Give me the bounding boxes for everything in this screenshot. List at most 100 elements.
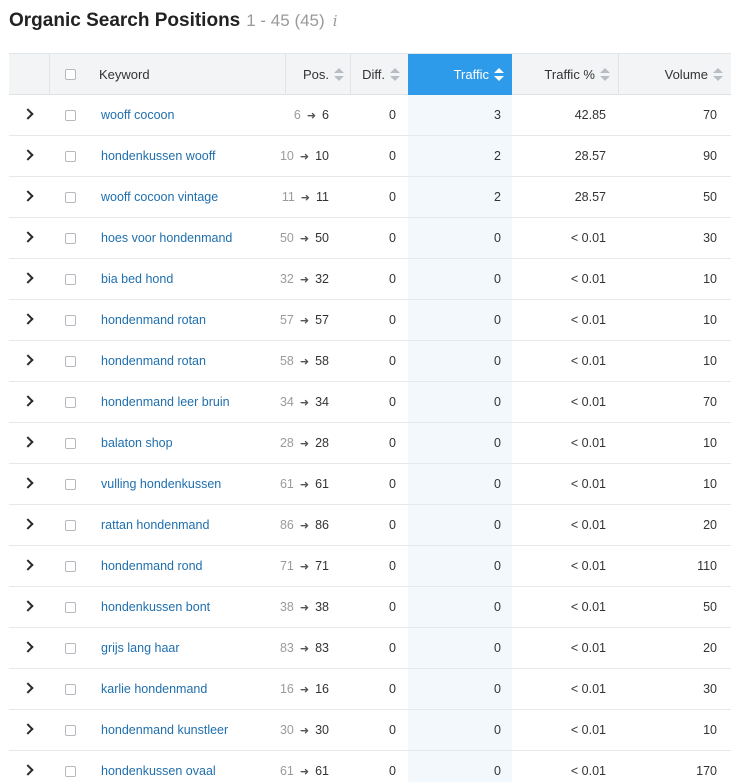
- chevron-right-icon[interactable]: [22, 272, 34, 284]
- chevron-right-icon[interactable]: [22, 682, 34, 694]
- chevron-right-icon[interactable]: [22, 518, 34, 530]
- diff-cell: 0: [389, 764, 396, 778]
- column-header-traffic[interactable]: Traffic: [408, 54, 512, 95]
- row-checkbox[interactable]: [65, 150, 76, 162]
- traffic-pct-cell: 42.85: [574, 108, 606, 122]
- keyword-link[interactable]: hondenkussen ovaal: [101, 764, 216, 778]
- chevron-right-icon[interactable]: [22, 108, 34, 120]
- traffic-cell: 0: [494, 764, 501, 778]
- row-checkbox[interactable]: [65, 724, 76, 736]
- diff-cell: 0: [389, 436, 396, 450]
- keyword-link[interactable]: wooff cocoon vintage: [101, 190, 218, 204]
- keyword-link[interactable]: hondenmand rond: [101, 559, 202, 573]
- keyword-link[interactable]: hondenmand kunstleer: [101, 723, 228, 737]
- volume-cell: 20: [703, 641, 717, 655]
- traffic-pct-cell: < 0.01: [570, 764, 606, 778]
- current-position: 61: [315, 477, 329, 491]
- row-checkbox-cell: [65, 300, 76, 340]
- traffic-pct-cell: < 0.01: [570, 395, 606, 409]
- chevron-right-icon[interactable]: [22, 436, 34, 448]
- row-checkbox-cell: [65, 218, 76, 258]
- column-header-volume[interactable]: Volume: [618, 54, 731, 95]
- current-position: 38: [315, 600, 329, 614]
- row-checkbox-cell: [65, 423, 76, 463]
- select-all-cell: [49, 54, 91, 95]
- arrow-right-icon: ➜: [299, 560, 310, 573]
- column-header-traffic-pct[interactable]: Traffic %: [512, 54, 618, 95]
- row-checkbox[interactable]: [65, 314, 76, 326]
- keyword-link[interactable]: balaton shop: [101, 436, 173, 450]
- chevron-right-icon[interactable]: [22, 190, 34, 202]
- table-row: bia bed hond 32 ➜ 32 0 0 < 0.01 10: [9, 259, 731, 300]
- arrow-right-icon: ➜: [299, 724, 310, 737]
- row-checkbox[interactable]: [65, 396, 76, 408]
- keyword-link[interactable]: hondenmand rotan: [101, 313, 206, 327]
- keyword-link[interactable]: bia bed hond: [101, 272, 173, 286]
- chevron-right-icon[interactable]: [22, 313, 34, 325]
- row-checkbox[interactable]: [65, 191, 76, 203]
- sort-icon: [713, 67, 723, 82]
- row-checkbox[interactable]: [65, 601, 76, 613]
- position-cell: 50 ➜ 50: [259, 218, 329, 258]
- chevron-right-icon[interactable]: [22, 723, 34, 735]
- position-cell: 38 ➜ 38: [259, 587, 329, 627]
- keyword-cell: hondenmand rotan: [101, 341, 206, 381]
- keyword-link[interactable]: hondenkussen wooff: [101, 149, 215, 163]
- chevron-right-icon[interactable]: [22, 764, 34, 776]
- chevron-right-icon[interactable]: [22, 231, 34, 243]
- table-row: hondenkussen wooff 10 ➜ 10 0 2 28.57 90: [9, 136, 731, 177]
- keyword-link[interactable]: hoes voor hondenmand: [101, 231, 232, 245]
- row-checkbox-cell: [65, 587, 76, 627]
- keyword-cell: grijs lang haar: [101, 628, 180, 668]
- chevron-right-icon[interactable]: [22, 395, 34, 407]
- chevron-right-icon[interactable]: [22, 149, 34, 161]
- arrow-right-icon: ➜: [299, 601, 310, 614]
- select-all-checkbox[interactable]: [65, 69, 76, 80]
- position-cell: 30 ➜ 30: [259, 710, 329, 750]
- row-checkbox[interactable]: [65, 355, 76, 367]
- row-checkbox[interactable]: [65, 642, 76, 654]
- chevron-right-icon[interactable]: [22, 354, 34, 366]
- row-checkbox-cell: [65, 136, 76, 176]
- row-checkbox[interactable]: [65, 765, 76, 777]
- previous-position: 38: [279, 600, 294, 614]
- info-icon[interactable]: i: [333, 12, 338, 30]
- diff-cell: 0: [389, 723, 396, 737]
- chevron-right-icon[interactable]: [22, 600, 34, 612]
- previous-position: 86: [279, 518, 294, 532]
- volume-cell: 90: [703, 149, 717, 163]
- row-checkbox[interactable]: [65, 683, 76, 695]
- keyword-link[interactable]: hondenmand leer bruin: [101, 395, 230, 409]
- column-header-diff[interactable]: Diff.: [350, 54, 408, 95]
- table-row: hondenmand kunstleer 30 ➜ 30 0 0 < 0.01 …: [9, 710, 731, 751]
- chevron-right-icon[interactable]: [22, 559, 34, 571]
- chevron-right-icon[interactable]: [22, 641, 34, 653]
- row-checkbox[interactable]: [65, 478, 76, 490]
- volume-cell: 10: [703, 477, 717, 491]
- chevron-right-icon[interactable]: [22, 477, 34, 489]
- arrow-right-icon: ➜: [299, 642, 310, 655]
- keyword-link[interactable]: rattan hondenmand: [101, 518, 209, 532]
- current-position: 10: [315, 149, 329, 163]
- traffic-pct-cell: < 0.01: [570, 641, 606, 655]
- keyword-link[interactable]: grijs lang haar: [101, 641, 180, 655]
- keyword-link[interactable]: wooff cocoon: [101, 108, 174, 122]
- keyword-link[interactable]: vulling hondenkussen: [101, 477, 221, 491]
- keyword-cell: hondenmand rond: [101, 546, 202, 586]
- keyword-link[interactable]: hondenmand rotan: [101, 354, 206, 368]
- row-checkbox[interactable]: [65, 437, 76, 449]
- row-checkbox[interactable]: [65, 232, 76, 244]
- keyword-cell: rattan hondenmand: [101, 505, 209, 545]
- row-checkbox[interactable]: [65, 273, 76, 285]
- volume-cell: 10: [703, 313, 717, 327]
- diff-cell: 0: [389, 190, 396, 204]
- volume-cell: 30: [703, 231, 717, 245]
- row-checkbox[interactable]: [65, 560, 76, 572]
- diff-cell: 0: [389, 354, 396, 368]
- row-checkbox[interactable]: [65, 519, 76, 531]
- column-header-keyword[interactable]: Keyword: [91, 54, 285, 95]
- keyword-link[interactable]: hondenkussen bont: [101, 600, 210, 614]
- row-checkbox[interactable]: [65, 109, 76, 121]
- column-header-pos[interactable]: Pos.: [285, 54, 350, 95]
- keyword-link[interactable]: karlie hondenmand: [101, 682, 207, 696]
